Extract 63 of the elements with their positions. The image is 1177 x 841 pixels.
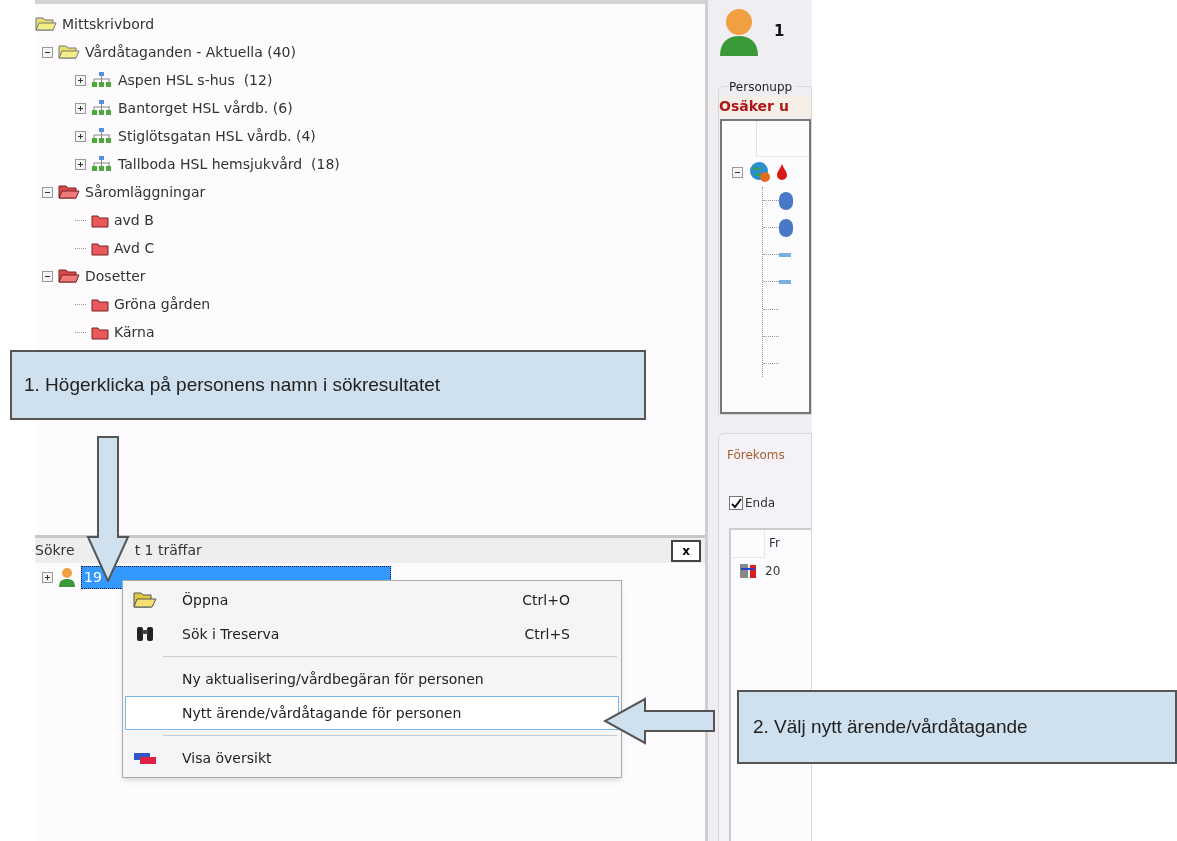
expand-icon[interactable] bbox=[75, 102, 86, 114]
org-chart-icon bbox=[91, 128, 113, 144]
tree-item[interactable]: avd B bbox=[114, 209, 154, 231]
binoculars-icon bbox=[135, 625, 155, 643]
folder-icon bbox=[91, 212, 109, 228]
expand-icon[interactable] bbox=[75, 130, 86, 142]
warning-text: Osäker u bbox=[719, 96, 811, 117]
tree-item[interactable]: Aspen HSL s-hus (12) bbox=[118, 69, 273, 91]
folder-icon bbox=[91, 324, 109, 340]
folder-icon bbox=[35, 16, 57, 32]
tree-item[interactable]: Dosetter bbox=[85, 265, 146, 287]
expand-icon[interactable] bbox=[75, 74, 86, 86]
tree-line bbox=[75, 331, 86, 333]
table-cell-text: 20 bbox=[765, 563, 781, 580]
tree-line bbox=[75, 247, 86, 249]
tree-item[interactable]: Tallboda HSL hemsjukvård (18) bbox=[118, 153, 340, 175]
org-chart-icon bbox=[91, 100, 113, 116]
folder-icon bbox=[91, 240, 109, 256]
person-icon bbox=[718, 6, 760, 56]
menu-item[interactable]: Ny aktualisering/vårdbegäran för personen bbox=[125, 662, 619, 696]
person-heading: 1 bbox=[774, 20, 785, 42]
globe-icon bbox=[749, 161, 771, 183]
folder-icon bbox=[58, 184, 80, 200]
tree-item[interactable]: Kärna bbox=[114, 321, 155, 343]
drop-icon bbox=[777, 164, 787, 180]
panel-title: t 1 träffar bbox=[134, 541, 202, 560]
folder-icon bbox=[58, 268, 80, 284]
org-chart-icon bbox=[91, 156, 113, 172]
tree-item[interactable]: Stiglötsgatan HSL vårdb. (4) bbox=[118, 125, 316, 147]
person-icon bbox=[58, 567, 76, 587]
collapse-icon[interactable] bbox=[732, 166, 743, 178]
tree-item[interactable]: Gröna gården bbox=[114, 293, 211, 315]
expand-icon[interactable] bbox=[42, 571, 53, 583]
checkbox-label: Enda bbox=[745, 495, 776, 512]
menu-item[interactable]: Nytt ärende/vårdåtagande för personen bbox=[125, 696, 619, 730]
collapse-icon[interactable] bbox=[42, 186, 53, 198]
grid-header-cell bbox=[756, 121, 809, 157]
panel-title: Sökre bbox=[35, 541, 75, 560]
column-header[interactable]: Fr bbox=[765, 530, 780, 558]
folder-icon bbox=[133, 591, 157, 609]
checkbox[interactable] bbox=[729, 496, 743, 510]
tree-item[interactable]: Såromläggningar bbox=[85, 181, 206, 203]
collapse-icon[interactable] bbox=[42, 46, 53, 58]
menu-item[interactable]: Sök i Treserva Ctrl+S bbox=[125, 617, 619, 651]
close-button[interactable]: x bbox=[671, 539, 701, 562]
callout-box: 1. Högerklicka på personens namn i sökresultatet bbox=[10, 350, 646, 420]
folder-icon bbox=[91, 296, 109, 312]
callout-box: 2. Välj nytt ärende/vårdåtagande bbox=[737, 690, 1177, 764]
tree-item[interactable]: Bantorget HSL vårdb. (6) bbox=[118, 97, 293, 119]
folder-icon bbox=[58, 44, 80, 60]
cards-icon bbox=[133, 751, 157, 765]
org-chart-icon bbox=[91, 72, 113, 88]
tree-item[interactable]: Avd C bbox=[114, 237, 155, 259]
group-label: Förekoms bbox=[727, 447, 786, 464]
collapse-icon[interactable] bbox=[42, 270, 53, 282]
tree-item[interactable]: Vårdåtaganden - Aktuella (40) bbox=[85, 41, 296, 63]
menu-item[interactable]: Visa översikt bbox=[125, 741, 619, 775]
tree-item[interactable]: Mittskrivbord bbox=[62, 13, 155, 35]
document-icon bbox=[739, 561, 759, 581]
expand-icon[interactable] bbox=[75, 158, 86, 170]
table-header-cell bbox=[731, 530, 765, 558]
tree-line bbox=[75, 219, 86, 221]
tree-line bbox=[75, 303, 86, 305]
